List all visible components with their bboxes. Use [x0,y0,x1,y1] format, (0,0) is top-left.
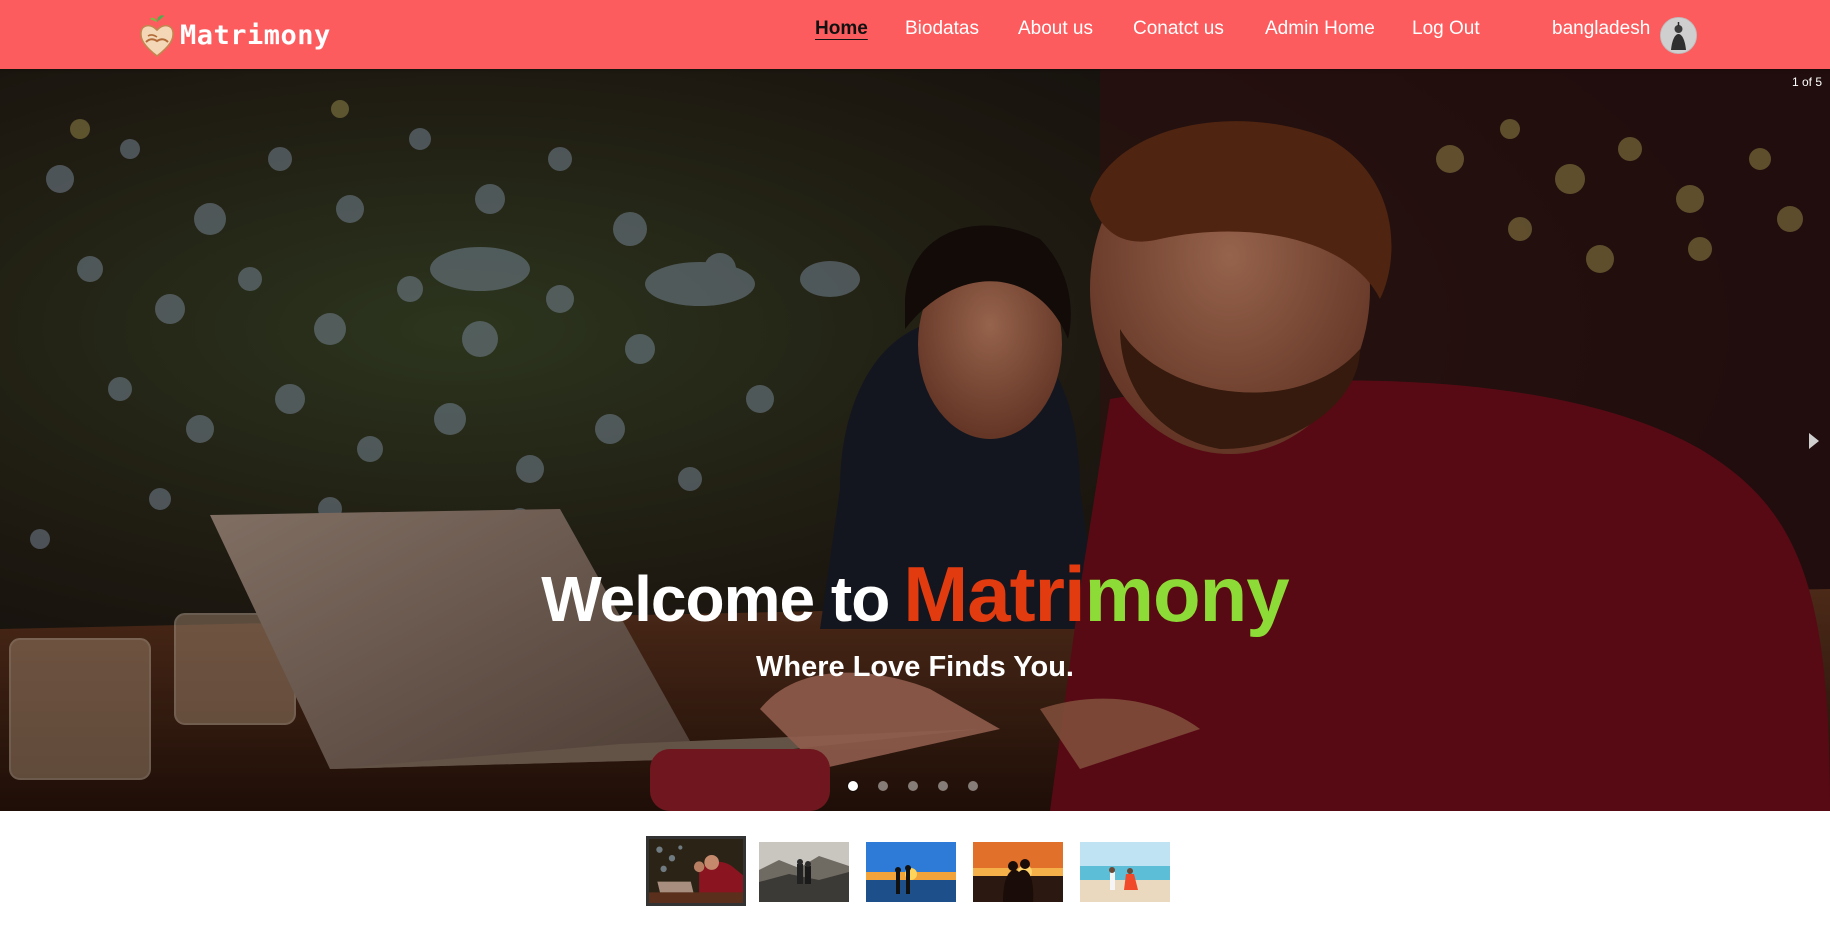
thumbnail-2[interactable] [759,842,849,902]
hero-title-prefix: Welcome to [541,563,890,635]
thumbnail-3[interactable] [866,842,956,902]
carousel-dot-2[interactable] [878,781,888,791]
hero-overlay [0,69,1830,811]
thumbnail-4[interactable] [973,842,1063,902]
hero-title-brand-part2: mony [1084,550,1290,638]
nav-home[interactable]: Home [815,18,868,40]
brand-name: Matrimony [180,19,331,51]
brand-home-link[interactable]: Matrimony [138,12,331,58]
thumbnail-5[interactable] [1080,842,1170,902]
hero-title: Welcome to Matrimony [0,549,1830,640]
hero-subtitle: Where Love Finds You. [756,651,1074,683]
carousel-dot-4[interactable] [938,781,948,791]
nav-log-out[interactable]: Log Out [1412,18,1480,40]
slide-counter: 1 of 5 [1792,75,1823,89]
user-name[interactable]: bangladesh [1552,18,1650,40]
thumbnail-1[interactable] [646,836,746,906]
carousel-dots [848,781,998,793]
carousel-dot-1[interactable] [848,781,858,791]
top-navbar: Matrimony Home Biodatas About us Conatct… [0,0,1830,69]
hero-carousel: 1 of 5 Welcome to Matrimony Where Love Fi… [0,69,1830,811]
carousel-dot-5[interactable] [968,781,978,791]
nav-about-us[interactable]: About us [1018,18,1093,40]
user-avatar[interactable] [1660,17,1697,54]
hero-title-brand-part1: Matri [903,550,1085,638]
chevron-right-icon[interactable] [1806,429,1822,453]
carousel-dot-3[interactable] [908,781,918,791]
nav-contact-us[interactable]: Conatct us [1133,18,1224,40]
heart-hands-logo-icon [138,12,176,58]
nav-admin-home[interactable]: Admin Home [1265,18,1375,40]
nav-biodatas[interactable]: Biodatas [905,18,979,40]
